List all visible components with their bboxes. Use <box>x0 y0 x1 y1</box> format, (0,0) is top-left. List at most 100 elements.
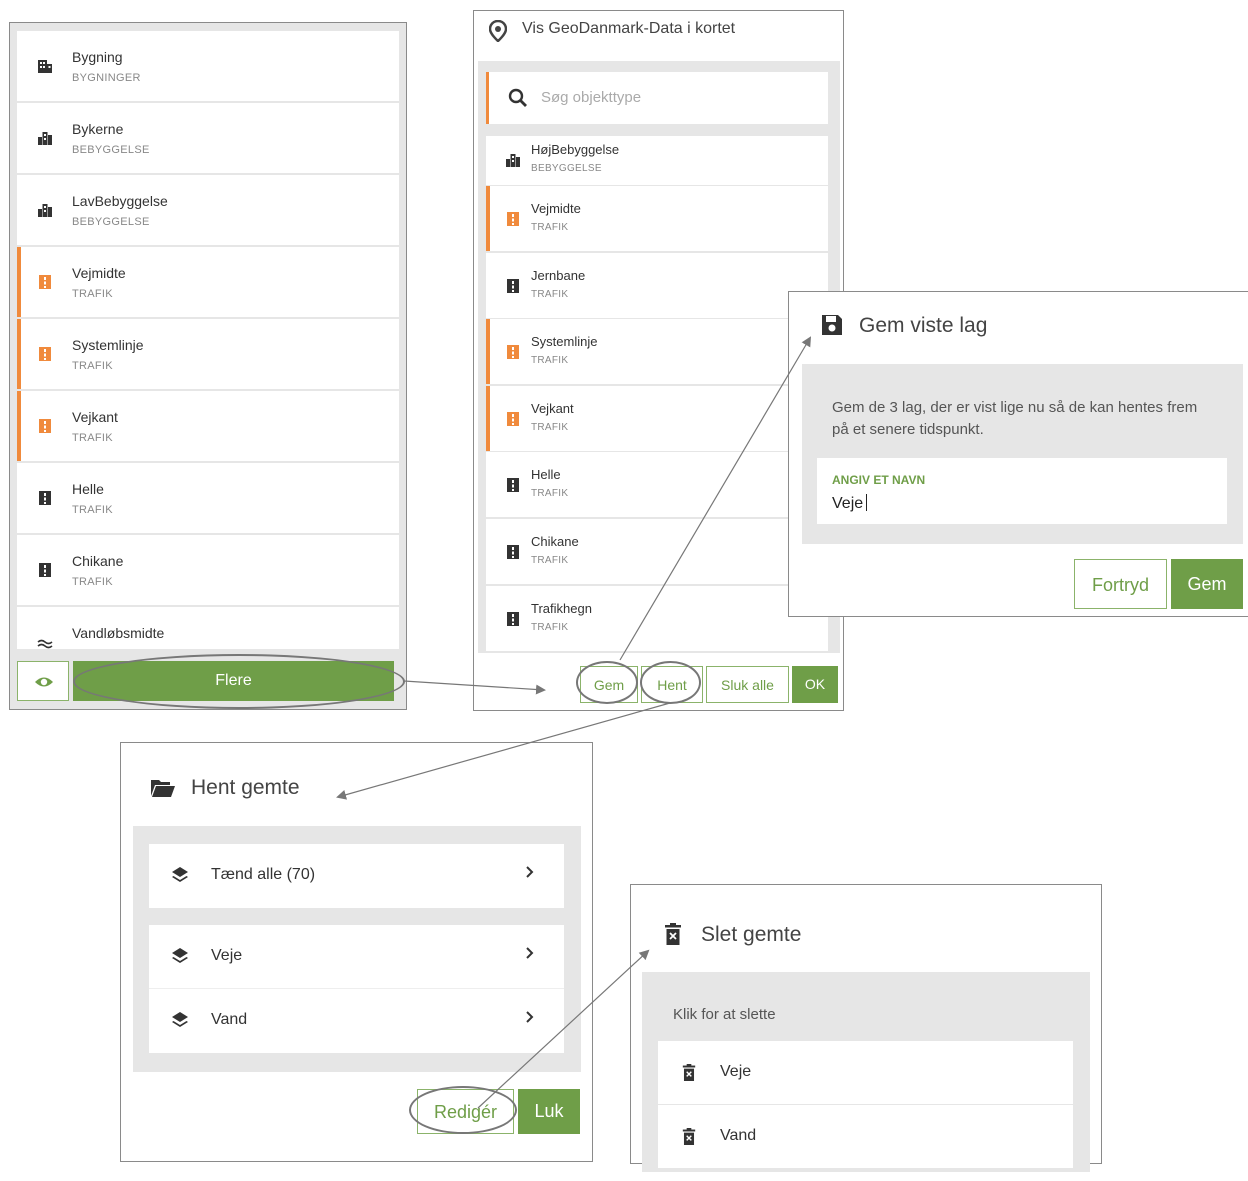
layer-item[interactable]: LavBebyggelse BEBYGGELSE <box>17 175 399 245</box>
search-placeholder: Søg objekttype <box>541 89 642 106</box>
search-field[interactable]: Søg objekttype <box>486 72 828 124</box>
layer-item-category: TRAFIK <box>72 504 113 516</box>
delete-hint: Klik for at slette <box>673 1006 776 1023</box>
road-icon <box>37 418 53 434</box>
object-type-name: Chikane <box>531 534 579 549</box>
saved-list-container: Tænd alle (70) Veje Vand <box>133 826 581 1072</box>
save-dialog: Gem viste lag Gem de 3 lag, der er vist … <box>788 291 1248 617</box>
object-type-item[interactable]: Systemlinje TRAFIK <box>486 319 828 384</box>
object-type-name: Trafikhegn <box>531 601 592 616</box>
layers-icon <box>171 947 188 963</box>
layer-item[interactable]: Vandløbsmidte <box>17 607 399 649</box>
object-type-category: TRAFIK <box>531 355 569 366</box>
object-type-item[interactable]: Jernbane TRAFIK <box>486 253 828 318</box>
layer-item-category: BEBYGGELSE <box>72 216 150 228</box>
save-layers-button[interactable]: Gem <box>580 666 638 703</box>
layers-icon <box>171 1011 188 1027</box>
layer-item-name: Bykerne <box>72 121 124 137</box>
object-type-item[interactable]: Chikane TRAFIK <box>486 519 828 584</box>
city-icon <box>37 202 53 218</box>
layer-item-category: TRAFIK <box>72 432 113 444</box>
layer-item[interactable]: Chikane TRAFIK <box>17 535 399 605</box>
road-icon <box>37 490 53 506</box>
layer-item-name: Vejkant <box>72 409 118 425</box>
ok-button[interactable]: OK <box>792 666 838 703</box>
text-cursor <box>866 494 868 511</box>
layer-item-name: Vejmidte <box>72 265 126 281</box>
city-icon <box>37 130 53 146</box>
object-type-item[interactable]: Vejmidte TRAFIK <box>486 186 828 251</box>
floppy-disk-icon <box>822 315 842 335</box>
layer-item[interactable]: Systemlinje TRAFIK <box>17 319 399 389</box>
object-type-category: TRAFIK <box>531 488 569 499</box>
trash-icon <box>682 1128 698 1145</box>
object-type-list: HøjBebyggelse BEBYGGELSE Vejmidte TRAFIK Jer… <box>486 136 828 653</box>
layer-item[interactable]: Helle TRAFIK <box>17 463 399 533</box>
layer-item[interactable]: Bygning BYGNINGER <box>17 31 399 101</box>
building-icon <box>37 58 53 74</box>
layer-item-name: Vandløbsmidte <box>72 625 165 641</box>
load-saved-dialog: Hent gemte Tænd alle (70) Veje Vand Redigé… <box>120 742 593 1162</box>
search-icon <box>508 88 527 107</box>
more-button[interactable]: Flere <box>73 661 394 701</box>
object-type-item[interactable]: HøjBebyggelse BEBYGGELSE <box>486 136 828 185</box>
object-type-name: Vejkant <box>531 401 574 416</box>
close-button[interactable]: Luk <box>518 1089 580 1134</box>
layer-item[interactable]: Vejmidte TRAFIK <box>17 247 399 317</box>
show-layers-button[interactable] <box>17 661 69 701</box>
object-type-item[interactable]: Trafikhegn TRAFIK <box>486 586 828 651</box>
layer-item[interactable]: Vejkant TRAFIK <box>17 391 399 461</box>
edit-button[interactable]: Redigér <box>417 1089 514 1134</box>
layer-list-panel: Bygning BYGNINGER Bykerne BEBYGGELSE LavBeby… <box>9 22 407 710</box>
road-icon <box>37 274 53 290</box>
layer-item[interactable]: Bykerne BEBYGGELSE <box>17 103 399 173</box>
delete-item-label: Vand <box>720 1127 757 1144</box>
object-type-name: Systemlinje <box>531 334 598 349</box>
road-icon <box>505 344 521 360</box>
saved-set-item[interactable]: Veje <box>149 925 564 989</box>
dialog-title: Slet gemte <box>701 923 802 946</box>
saved-set-label: Veje <box>211 947 243 964</box>
map-marker-icon <box>489 20 507 42</box>
save-button[interactable]: Gem <box>1171 559 1243 609</box>
layer-list: Bygning BYGNINGER Bykerne BEBYGGELSE LavBeby… <box>17 31 399 649</box>
chevron-right-icon <box>524 1009 536 1030</box>
chevron-right-icon <box>524 864 536 885</box>
dialog-title: Hent gemte <box>191 776 300 799</box>
load-layers-button[interactable]: Hent <box>641 666 703 703</box>
saved-list: Tænd alle (70) Veje Vand <box>149 844 564 1054</box>
trash-icon <box>665 923 681 945</box>
saved-set-item[interactable]: Tænd alle (70) <box>149 844 564 908</box>
dialog-description: Gem de 3 lag, der er vist lige nu så de … <box>832 399 1198 438</box>
delete-saved-item[interactable]: Vand <box>658 1105 1073 1168</box>
layer-item-category: TRAFIK <box>72 576 113 588</box>
object-type-item[interactable]: Helle TRAFIK <box>486 452 828 517</box>
dialog-title: Gem viste lag <box>859 314 988 337</box>
eye-icon <box>35 677 53 687</box>
object-type-item[interactable]: Vejkant TRAFIK <box>486 386 828 451</box>
panel-title: Vis GeoDanmark-Data i kortet <box>522 20 736 37</box>
road-icon <box>37 562 53 578</box>
road-icon <box>505 211 521 227</box>
saved-set-item[interactable]: Vand <box>149 989 564 1053</box>
layer-item-category: TRAFIK <box>72 288 113 300</box>
turn-off-all-button[interactable]: Sluk alle <box>706 666 789 703</box>
cancel-button[interactable]: Fortryd <box>1074 559 1167 609</box>
layer-item-category: BEBYGGELSE <box>72 144 150 156</box>
object-type-category: TRAFIK <box>531 222 569 233</box>
road-icon <box>37 346 53 362</box>
object-type-category: TRAFIK <box>531 622 569 633</box>
road-icon <box>505 278 521 294</box>
layer-item-category: BYGNINGER <box>72 72 141 84</box>
delete-saved-item[interactable]: Veje <box>658 1041 1073 1104</box>
layer-item-name: Bygning <box>72 49 123 65</box>
name-field[interactable]: ANGIV ET NAVN Veje <box>817 458 1227 524</box>
name-field-text: Veje <box>832 495 864 512</box>
object-type-name: Jernbane <box>531 268 586 283</box>
object-type-category: TRAFIK <box>531 289 569 300</box>
name-field-value: Veje <box>832 494 868 513</box>
road-icon <box>505 477 521 493</box>
layer-item-name: Chikane <box>72 553 124 569</box>
name-field-label: ANGIV ET NAVN <box>832 473 926 487</box>
saved-set-label: Vand <box>211 1011 248 1028</box>
